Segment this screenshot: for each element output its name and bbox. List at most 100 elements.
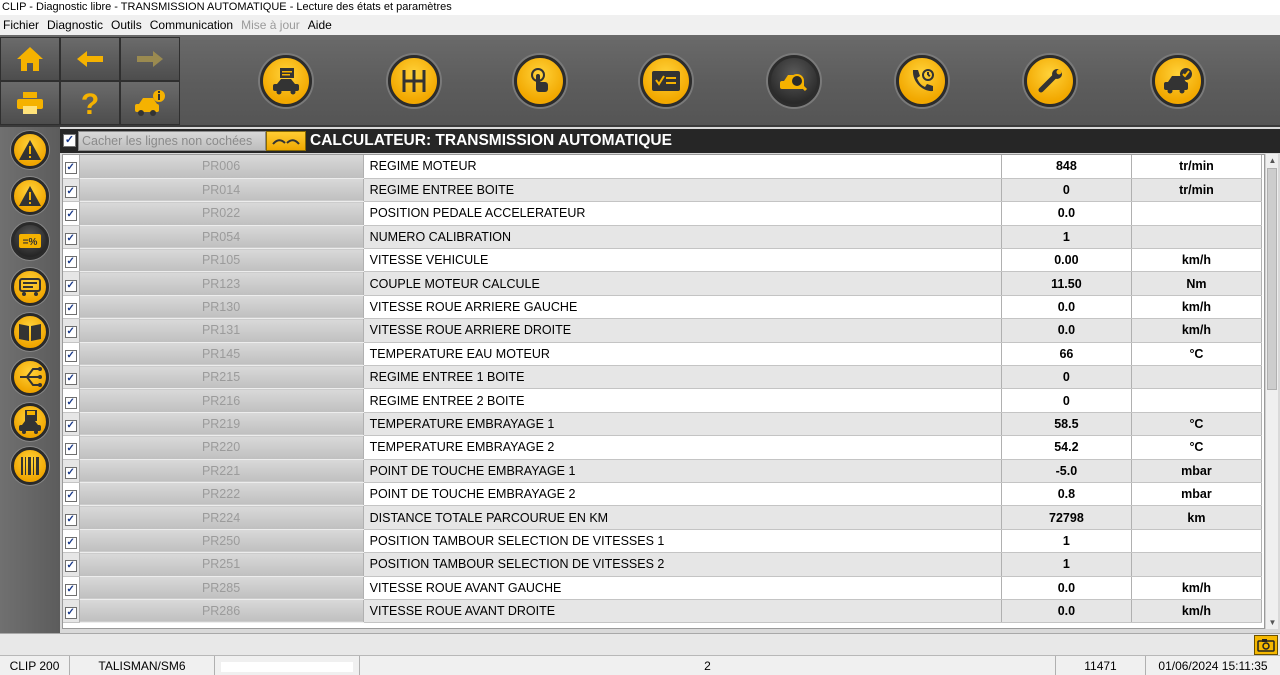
parameters-button[interactable]: =%	[11, 222, 49, 260]
table-row[interactable]: ✓ PR145 TEMPERATURE EAU MOTEUR 66 °C	[63, 342, 1263, 367]
table-row[interactable]: ✓ PR130 VITESSE ROUE ARRIERE GAUCHE 0.0 km/h	[63, 295, 1263, 320]
row-checkbox[interactable]: ✓	[64, 466, 77, 479]
row-checkbox[interactable]: ✓	[64, 396, 77, 409]
table-row[interactable]: ✓ PR224 DISTANCE TOTALE PARCOURUE EN KM 727…	[63, 505, 1263, 530]
table-row[interactable]: ✓ PR022 POSITION PEDALE ACCELERATEUR 0.0	[63, 201, 1263, 226]
row-checkbox[interactable]: ✓	[64, 373, 77, 386]
row-checkbox[interactable]: ✓	[64, 419, 77, 432]
parameter-value: 0	[1001, 365, 1132, 390]
diagnostic-search-button[interactable]	[768, 55, 820, 107]
parameter-label: REGIME MOTEUR	[363, 155, 1002, 179]
states-icon	[19, 278, 41, 296]
phone-support-button[interactable]	[896, 55, 948, 107]
row-checkbox[interactable]: ✓	[64, 209, 77, 222]
status-vehicle: TALISMAN/SM6	[70, 656, 215, 675]
row-checkbox[interactable]: ✓	[64, 490, 77, 503]
menu-aide[interactable]: Aide	[308, 15, 332, 35]
faults-button[interactable]	[11, 131, 49, 169]
table-row[interactable]: ✓ PR221 POINT DE TOUCHE EMBRAYAGE 1 -5.0 mba…	[63, 459, 1263, 483]
gearbox-button[interactable]	[388, 55, 440, 107]
row-checkbox-cell: ✓	[63, 365, 80, 390]
parameter-label: TEMPERATURE EMBRAYAGE 1	[363, 412, 1002, 437]
scroll-thumb[interactable]	[1267, 168, 1277, 390]
parameter-label: POSITION PEDALE ACCELERATEUR	[363, 201, 1002, 226]
row-checkbox[interactable]: ✓	[64, 279, 77, 292]
table-row[interactable]: ✓ PR220 TEMPERATURE EMBRAYAGE 2 54.2 °C	[63, 435, 1263, 460]
row-checkbox-cell: ✓	[63, 599, 80, 624]
table-row[interactable]: ✓ PR285 VITESSE ROUE AVANT GAUCHE 0.0 km/h	[63, 576, 1263, 600]
print-button[interactable]	[0, 81, 60, 125]
documentation-button[interactable]	[11, 313, 49, 351]
touch-button[interactable]	[514, 55, 566, 107]
help-button[interactable]: ?	[60, 81, 120, 125]
table-row[interactable]: ✓ PR131 VITESSE ROUE ARRIERE DROITE 0.0 km/h	[63, 318, 1263, 343]
row-checkbox[interactable]: ✓	[64, 256, 77, 269]
table-row[interactable]: ✓ PR251 POSITION TAMBOUR SELECTION DE VITE…	[63, 552, 1263, 577]
menu-communication[interactable]: Communication	[150, 15, 233, 35]
barcode-icon	[21, 457, 39, 475]
menu-diagnostic[interactable]: Diagnostic	[47, 15, 103, 35]
parameter-label: VITESSE ROUE ARRIERE GAUCHE	[363, 295, 1002, 320]
eye-toggle-button[interactable]	[266, 131, 306, 151]
forward-button	[120, 37, 180, 81]
row-checkbox[interactable]: ✓	[64, 326, 77, 339]
table-row[interactable]: ✓ PR105 VITESSE VEHICULE 0.00 km/h	[63, 248, 1263, 273]
row-checkbox[interactable]: ✓	[64, 443, 77, 456]
vehicle-info-button[interactable]	[120, 81, 180, 125]
faults-history-button[interactable]	[11, 177, 49, 215]
wiring-button[interactable]	[11, 358, 49, 396]
scroll-up-arrow[interactable]: ▲	[1266, 154, 1279, 167]
parameter-label: POINT DE TOUCHE EMBRAYAGE 2	[363, 482, 1002, 507]
parameter-label: POINT DE TOUCHE EMBRAYAGE 1	[363, 459, 1002, 483]
row-checkbox[interactable]: ✓	[64, 186, 77, 199]
table-row[interactable]: ✓ PR286 VITESSE ROUE AVANT DROITE 0.0 km/h	[63, 599, 1263, 624]
row-checkbox[interactable]: ✓	[64, 607, 77, 620]
select-all-checkbox[interactable]: ✓	[63, 134, 76, 147]
table-row[interactable]: ✓ PR014 REGIME ENTREE BOITE 0 tr/min	[63, 178, 1263, 203]
vehicle-check-button[interactable]	[1152, 55, 1204, 107]
home-button[interactable]	[0, 37, 60, 81]
row-checkbox[interactable]: ✓	[64, 583, 77, 596]
row-checkbox[interactable]: ✓	[64, 513, 77, 526]
vehicle-identification-button[interactable]	[260, 55, 312, 107]
table-row[interactable]: ✓ PR222 POINT DE TOUCHE EMBRAYAGE 2 0.8 mbar	[63, 482, 1263, 507]
row-checkbox-cell: ✓	[63, 552, 80, 577]
row-checkbox[interactable]: ✓	[64, 536, 77, 549]
parameter-unit: Nm	[1131, 271, 1263, 296]
row-checkbox[interactable]: ✓	[64, 560, 77, 573]
parameter-value: 0.0	[1001, 318, 1132, 343]
back-button[interactable]	[60, 37, 120, 81]
row-checkbox-cell: ✓	[63, 529, 80, 554]
scroll-down-arrow[interactable]: ▼	[1266, 616, 1279, 629]
touch-icon	[531, 68, 548, 92]
table-row[interactable]: ✓ PR219 TEMPERATURE EMBRAYAGE 1 58.5 °C	[63, 412, 1263, 437]
states-button[interactable]	[11, 268, 49, 306]
table-row[interactable]: ✓ PR215 REGIME ENTREE 1 BOITE 0	[63, 365, 1263, 390]
table-row[interactable]: ✓ PR250 POSITION TAMBOUR SELECTION DE VITE…	[63, 529, 1263, 554]
row-checkbox[interactable]: ✓	[64, 303, 77, 316]
status-datetime: 01/06/2024 15:11:35	[1158, 659, 1268, 673]
save-vehicle-button[interactable]	[11, 403, 49, 441]
menu-fichier[interactable]: Fichier	[3, 15, 39, 35]
wrench-button[interactable]	[1024, 55, 1076, 107]
row-checkbox[interactable]: ✓	[64, 232, 77, 245]
parameter-unit: tr/min	[1131, 178, 1263, 203]
parameter-unit: km/h	[1131, 599, 1263, 624]
checklist-button[interactable]	[640, 55, 692, 107]
row-checkbox-cell: ✓	[63, 576, 80, 600]
barcode-button[interactable]	[11, 447, 49, 485]
row-checkbox[interactable]: ✓	[64, 162, 77, 175]
table-row[interactable]: ✓ PR123 COUPLE MOTEUR CALCULE 11.50 Nm	[63, 271, 1263, 296]
parameter-unit	[1131, 201, 1263, 226]
table-row[interactable]: ✓ PR054 NUMERO CALIBRATION 1	[63, 225, 1263, 250]
hide-unchecked-button[interactable]: Cacher les lignes non cochées	[78, 131, 266, 151]
row-checkbox-cell: ✓	[63, 155, 80, 179]
table-row[interactable]: ✓ PR006 REGIME MOTEUR 848 tr/min	[63, 155, 1263, 179]
table-row[interactable]: ✓ PR216 REGIME ENTREE 2 BOITE 0	[63, 388, 1263, 413]
menu-outils[interactable]: Outils	[111, 15, 142, 35]
vertical-scrollbar[interactable]: ▲ ▼	[1265, 154, 1278, 629]
row-checkbox[interactable]: ✓	[64, 349, 77, 362]
menu-mise-a-jour: Mise à jour	[241, 18, 300, 32]
screenshot-button[interactable]	[1254, 635, 1278, 655]
parameter-value: 848	[1001, 155, 1132, 179]
